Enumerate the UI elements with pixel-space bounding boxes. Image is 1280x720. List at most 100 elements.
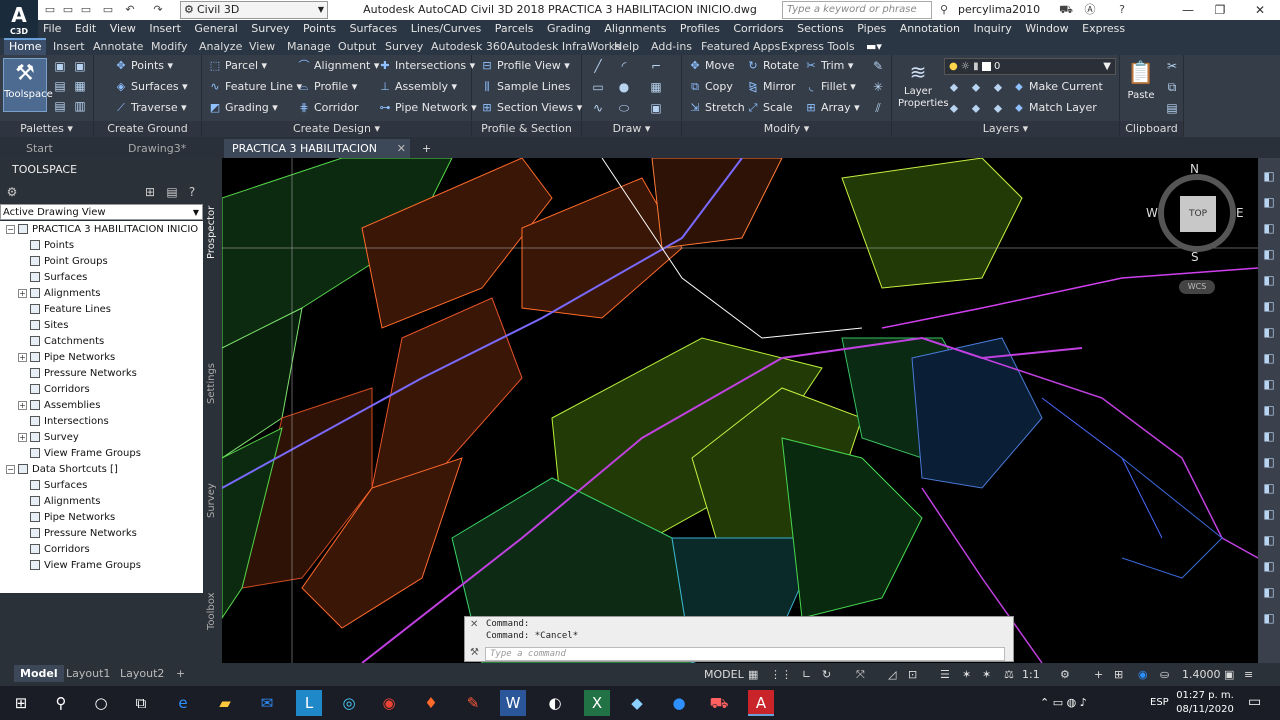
tray-icons[interactable]: ⌃ ▭ ◍ ♪ [1040,696,1087,709]
user-account[interactable]: percylima2010 [958,3,1040,16]
zoom-icon[interactable]: ● [666,690,692,716]
model-space-toggle[interactable]: MODEL [704,667,744,683]
workspace-gear-icon[interactable]: ⚙ [1060,667,1070,683]
isolate-icon[interactable]: ◉ [1138,667,1148,683]
panel-title-design[interactable]: Create Design ▾ [202,121,471,137]
mail-icon[interactable]: ✉ [254,690,280,716]
nav-tool-icon-14[interactable]: ◧ [1261,506,1277,522]
nav-tool-icon-13[interactable]: ◧ [1261,480,1277,496]
tree-node[interactable]: Pipe Networks [18,510,115,526]
new-tab-button[interactable]: + [414,139,440,158]
lineweight-icon[interactable]: ☰ [940,667,950,683]
save-icon[interactable]: ▭ [78,2,94,18]
panel-title-modify[interactable]: Modify ▾ [682,121,891,137]
customize-icon[interactable]: ≡ [1244,667,1253,683]
nav-tool-icon-2[interactable]: ◧ [1261,194,1277,210]
panel-title-profile-section[interactable]: Profile & Section Views [472,121,581,151]
viewcube-north[interactable]: N [1190,162,1199,176]
fillet-button[interactable]: ◟ Fillet ▾ [804,78,856,96]
match-layer-button[interactable]: ⬥ Match Layer [1012,99,1097,117]
menu-window[interactable]: Window [1020,20,1073,38]
nav-tool-icon-9[interactable]: ◧ [1261,376,1277,392]
assembly-button[interactable]: ⊥ Assembly ▾ [378,78,457,96]
move-button[interactable]: ✥ Move [688,57,734,75]
tree-node[interactable]: Corridors [18,542,90,558]
section-views-button[interactable]: ⊞ Section Views ▾ [480,99,582,117]
mirror-button[interactable]: ⧎ Mirror [746,78,795,96]
tab-help[interactable]: Help [614,38,639,55]
clean-screen-icon[interactable]: ▣ [1224,667,1234,683]
viewcube[interactable]: TOP N S E W [1146,162,1244,264]
nav-tool-icon-6[interactable]: ◧ [1261,298,1277,314]
rectangle-icon[interactable]: ▭ [590,79,606,95]
palette-icon-4[interactable]: ▦ [72,78,88,94]
annotation-scale[interactable]: 1:1 [1022,667,1040,683]
word-icon[interactable]: W [500,690,526,716]
explode-icon[interactable]: ✳ [870,79,886,95]
side-tab-prospector[interactable]: Prospector [204,204,222,314]
search-input[interactable]: Type a keyword or phrase [782,1,932,19]
paste-button[interactable]: 📋 Paste [1124,58,1158,114]
tab-survey[interactable]: Survey [385,38,423,55]
tree-node[interactable]: + Alignments [18,286,100,302]
layer-tool-icon-3[interactable]: ⬥ [990,79,1006,95]
nav-tool-icon-18[interactable]: ◧ [1261,610,1277,626]
tree-node[interactable]: − PRACTICA 3 HABILITACION INICIO [6,222,198,238]
dyn-icon[interactable]: ⊡ [908,667,917,683]
add-layout-icon[interactable]: + [170,665,191,682]
tab-manage[interactable]: Manage [287,38,331,55]
tab-home[interactable]: Home [4,38,47,55]
tree-node[interactable]: Pressure Networks [18,526,137,542]
print-icon[interactable]: ▭ [100,2,116,18]
cad-drawing[interactable] [222,158,1258,663]
menu-express[interactable]: Express [1077,20,1130,38]
layout-tab-model[interactable]: Model [14,665,64,682]
exchange-icon[interactable]: Ⓐ [1082,2,1098,18]
toolspace-button[interactable]: ⚒ Toolspace [3,58,53,112]
parcel-button[interactable]: ⬚ Parcel ▾ [208,57,267,75]
redo-icon[interactable]: ↷ [150,2,166,18]
circle-icon[interactable]: ● [616,79,632,95]
alignment-button[interactable]: ⌒ Alignment ▾ [297,57,380,75]
annotation-icon[interactable]: ⚖ [1004,667,1014,683]
menu-parcels[interactable]: Parcels [490,20,539,38]
layer-tool-icon-1[interactable]: ⬥ [946,79,962,95]
layer-tool-icon-2[interactable]: ⬥ [968,79,984,95]
autoscale-icon[interactable]: ✶ [982,667,991,683]
osnap-icon[interactable]: ⤧ [856,667,865,683]
close-button[interactable]: ✕ [1240,0,1280,20]
tree-node[interactable]: + Pipe Networks [18,350,115,366]
tree-node[interactable]: Surfaces [18,270,87,286]
nav-tool-icon-5[interactable]: ◧ [1261,272,1277,288]
grading-button[interactable]: ◩ Grading ▾ [208,99,278,117]
open-icon[interactable]: ▭ [60,2,76,18]
tree-node[interactable]: Corridors [18,382,90,398]
viewcube-east[interactable]: E [1236,206,1244,220]
surfaces-button[interactable]: ◈ Surfaces ▾ [114,78,188,96]
search-icon[interactable]: ⚲ [48,690,74,716]
traverse-button[interactable]: ⟋ Traverse ▾ [114,99,187,117]
ellipse-icon[interactable]: ⬭ [616,100,632,116]
feature-line-button[interactable]: ∿ Feature Line ▾ [208,78,302,96]
panel-title-ground[interactable]: Create Ground Data ▾ [94,121,201,151]
toolspace-help-icon[interactable]: ? [184,184,200,200]
tree-node[interactable]: Catchments [18,334,104,350]
new-icon[interactable]: ▭ [42,2,58,18]
app-network-icon[interactable]: ◎ [336,690,362,716]
line-icon[interactable]: ╱ [590,58,606,74]
nav-tool-icon-10[interactable]: ◧ [1261,402,1277,418]
layer-dropdown[interactable]: ● ☼ ▮ 0 ▼ [944,58,1116,75]
tab-annotate[interactable]: Annotate [93,38,143,55]
annotation-visibility-icon[interactable]: ✶ [962,667,971,683]
rotate-button[interactable]: ↻ Rotate [746,57,799,75]
panel-title-layers[interactable]: Layers ▾ [892,121,1119,137]
nav-tool-icon-1[interactable]: ◧ [1261,168,1277,184]
file-explorer-icon[interactable]: ▰ [212,690,238,716]
excel-icon[interactable]: X [584,690,610,716]
offset-icon[interactable]: ⫽ [870,100,886,116]
menu-profiles[interactable]: Profiles [675,20,725,38]
layer-tool-icon-4[interactable]: ⬥ [946,100,962,116]
menu-annotation[interactable]: Annotation [895,20,965,38]
app-feather-icon[interactable]: ◆ [624,690,650,716]
copy-button[interactable]: ⧉ Copy [688,78,733,96]
